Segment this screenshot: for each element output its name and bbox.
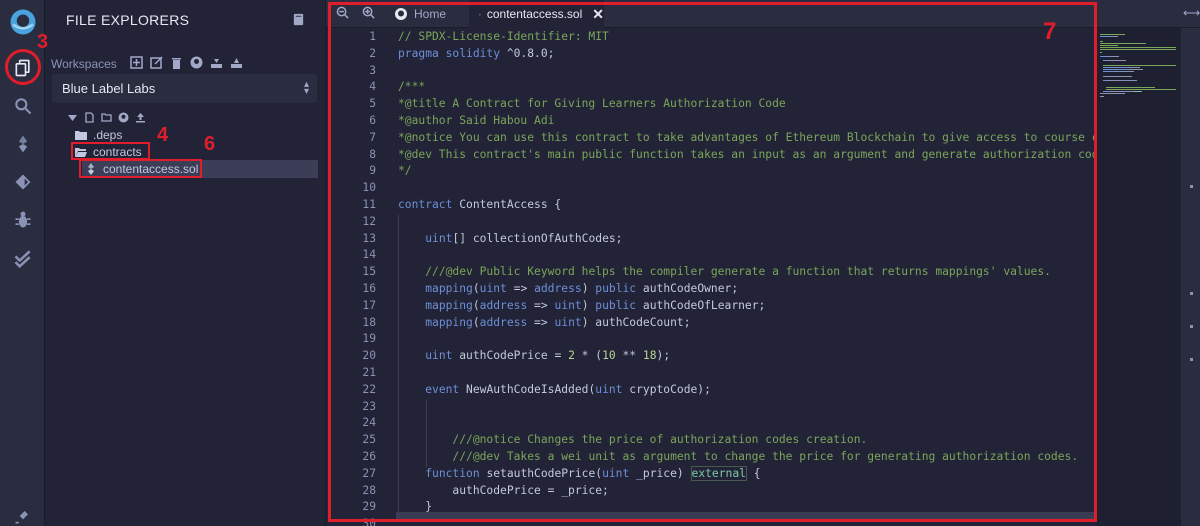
collapse-chevron-icon[interactable]: [67, 112, 78, 123]
folder-icon: [75, 131, 87, 140]
minimap-line: [1127, 91, 1135, 93]
annotation-circle-rail: [5, 49, 41, 85]
workspace-select[interactable]: Blue Label Labs ▴ ▾: [52, 74, 317, 103]
debugger-icon[interactable]: [0, 202, 45, 238]
select-arrows-icon: ▴ ▾: [303, 79, 309, 97]
github-icon[interactable]: [190, 56, 203, 69]
documentation-icon[interactable]: [292, 13, 305, 31]
annotation-box-contracts: [71, 142, 150, 160]
minimap-line: [1100, 40, 1104, 42]
deploy-icon[interactable]: [0, 164, 45, 200]
expand-editor-icon[interactable]: ⟷: [1183, 6, 1200, 20]
tree-toolbar: [67, 112, 146, 123]
minimap-line: [1140, 91, 1143, 93]
download-workspace-icon[interactable]: [210, 56, 223, 69]
annotation-number: 3: [37, 31, 49, 53]
annotation-box-file: [79, 159, 202, 178]
upload-file-icon[interactable]: [135, 112, 146, 123]
annotation-number: 4: [157, 124, 169, 146]
minimap-line: [1106, 60, 1127, 62]
scroll-marker: [1190, 185, 1193, 188]
minimap[interactable]: [1096, 28, 1181, 526]
minimap-line: [1126, 80, 1137, 82]
tree-item-label: .deps: [93, 128, 123, 142]
scroll-marker: [1190, 358, 1193, 361]
minimap-line: [1100, 47, 1176, 49]
test-icon[interactable]: [0, 240, 45, 276]
solidity-compiler-icon[interactable]: [0, 126, 45, 162]
workspace-actions: [130, 56, 243, 69]
minimap-line: [1107, 56, 1120, 57]
add-workspace-icon[interactable]: [130, 56, 143, 69]
minimap-line: [1100, 34, 1125, 35]
minimap-line: [1112, 36, 1119, 38]
minimap-line: [1130, 75, 1132, 77]
workspaces-label: Workspaces: [51, 57, 117, 71]
minimap-line: [1100, 36, 1113, 38]
minimap-line: [1100, 95, 1104, 97]
new-file-icon[interactable]: [84, 112, 95, 123]
minimap-line: [1100, 49, 1176, 51]
publish-github-icon[interactable]: [118, 112, 129, 123]
minimap-line: [1106, 89, 1176, 90]
minimap-line: [1121, 71, 1135, 73]
minimap-line: [1100, 42, 1146, 44]
minimap-line: [1100, 51, 1102, 53]
minimap-line: [1100, 56, 1108, 57]
minimap-line: [1128, 67, 1140, 68]
workspace-select-value: Blue Label Labs: [62, 81, 156, 96]
file-explorer-panel: FILE EXPLORERS Workspaces Blue Label Lab…: [45, 0, 325, 526]
minimap-line: [1100, 45, 1119, 46]
scroll-marker: [1190, 292, 1193, 295]
minimap-line: [1107, 80, 1124, 82]
minimap-line: [1106, 86, 1156, 88]
restore-workspace-icon[interactable]: [230, 56, 243, 69]
plugin-icon[interactable]: [0, 498, 45, 526]
annotation-number: 6: [204, 133, 216, 155]
minimap-line: [1100, 93, 1125, 95]
minimap-line: [1103, 64, 1176, 66]
search-icon[interactable]: [0, 88, 45, 124]
rename-workspace-icon[interactable]: [150, 56, 163, 69]
minimap-line: [1109, 91, 1124, 93]
new-folder-icon[interactable]: [101, 112, 112, 123]
scroll-marker: [1190, 325, 1193, 328]
minimap-line: [1128, 69, 1144, 71]
annotation-number: 7: [1043, 18, 1057, 45]
annotation-box-editor: [328, 2, 1097, 522]
minimap-line: [1106, 75, 1120, 77]
vertical-scrollbar[interactable]: [1181, 28, 1200, 526]
panel-title: FILE EXPLORERS: [66, 12, 190, 28]
delete-workspace-icon[interactable]: [170, 56, 183, 69]
